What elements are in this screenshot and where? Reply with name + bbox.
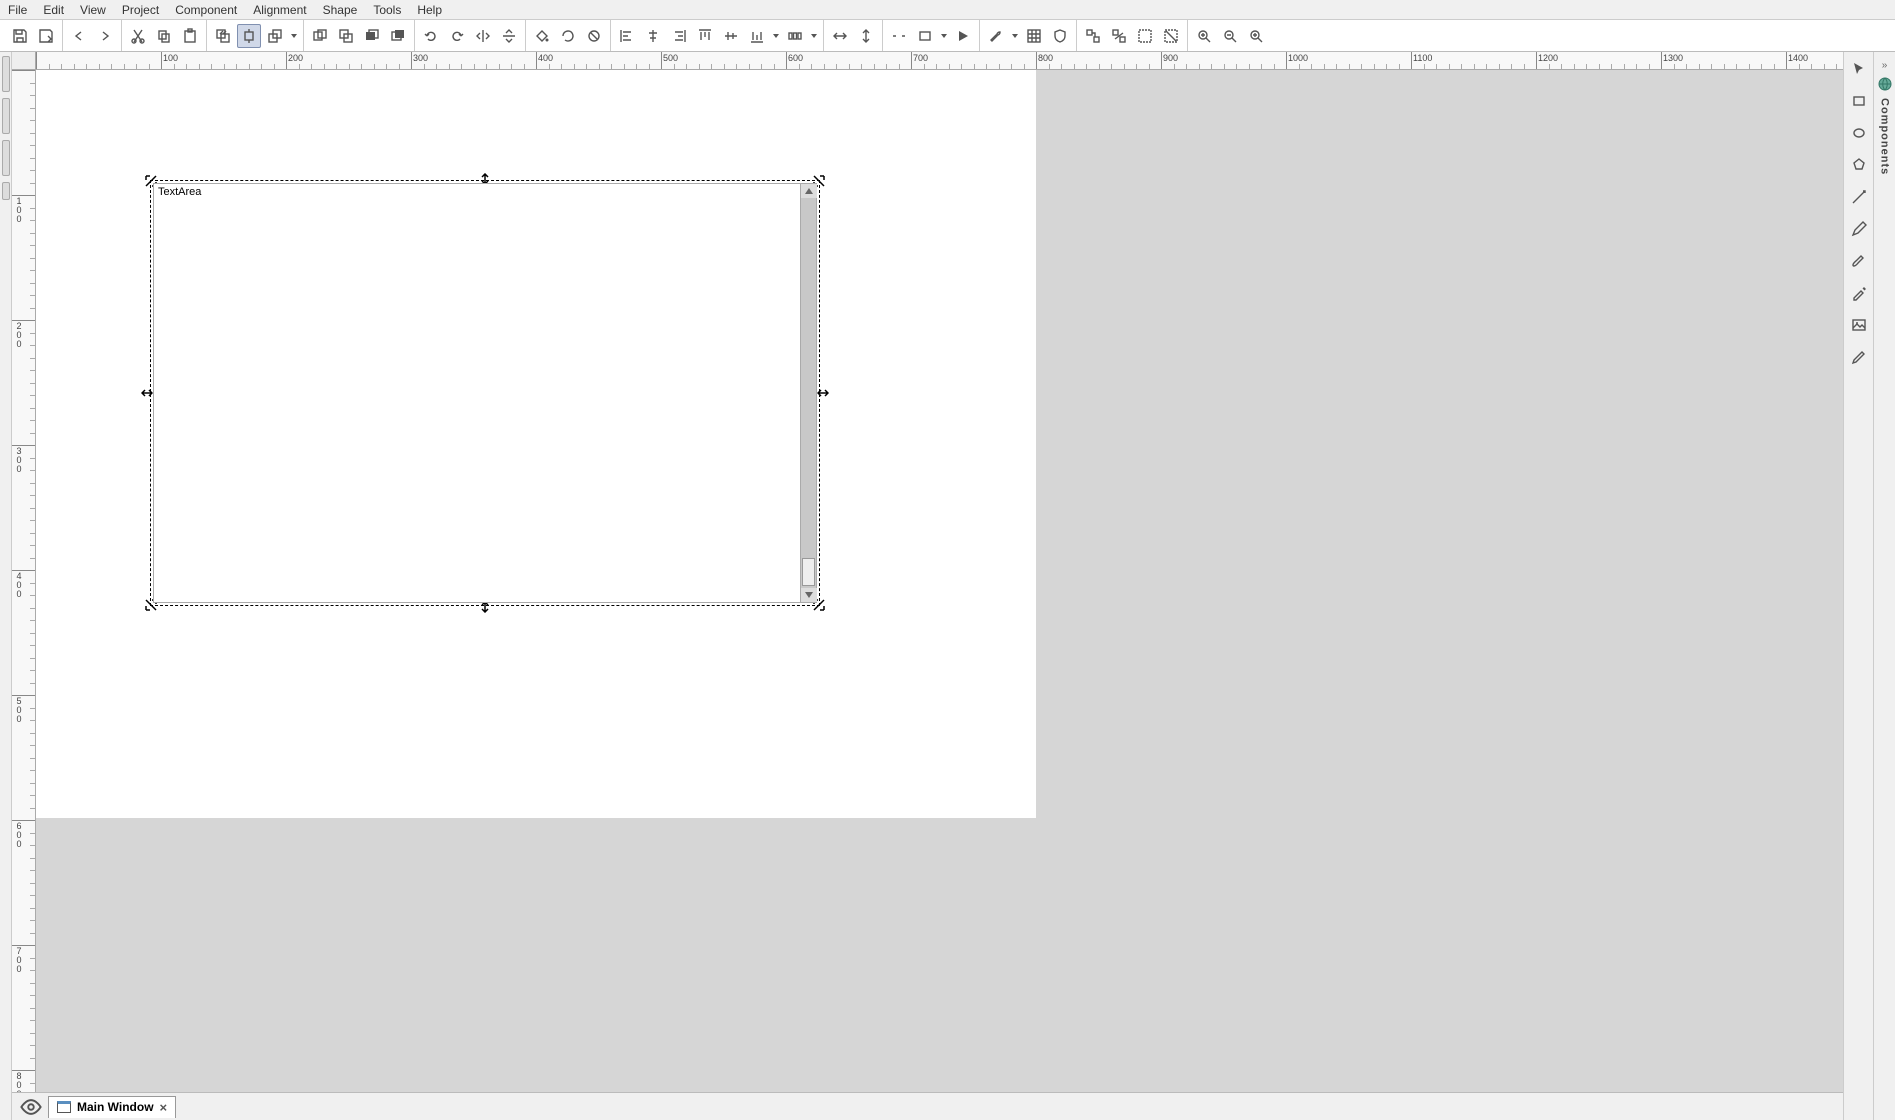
image-tool-icon[interactable]	[1848, 314, 1870, 336]
play-icon[interactable]	[951, 24, 975, 48]
menu-item-view[interactable]: View	[80, 3, 106, 17]
redo-icon[interactable]	[93, 24, 117, 48]
paste-icon[interactable]	[178, 24, 202, 48]
ruler-horizontal: 1002003004005006007008009001000110012001…	[36, 52, 1843, 70]
reset-rotation-icon[interactable]	[556, 24, 580, 48]
menu-item-help[interactable]: Help	[417, 3, 442, 17]
line-tool-icon[interactable]	[1848, 186, 1870, 208]
menu-bar: File Edit View Project Component Alignment Sha…	[0, 0, 1895, 20]
components-panel-collapsed[interactable]: » Components	[1873, 52, 1895, 1120]
save-as-icon[interactable]	[34, 24, 58, 48]
menu-item-component[interactable]: Component	[175, 3, 237, 17]
preview-eye-icon[interactable]	[20, 1096, 42, 1118]
rotate-cw-icon[interactable]	[445, 24, 469, 48]
tab-label: Main Window	[77, 1100, 154, 1114]
ruler-vertical: 100200300400500600700800900100011001200	[12, 70, 36, 1092]
center-vert-icon[interactable]	[854, 24, 878, 48]
ungroup-icon[interactable]	[1107, 24, 1131, 48]
order-back-icon[interactable]	[211, 24, 235, 48]
shield-icon[interactable]	[1048, 24, 1072, 48]
align-right-icon[interactable]	[667, 24, 691, 48]
left-collapsed-panel[interactable]	[0, 52, 12, 1120]
menu-item-tools[interactable]: Tools	[373, 3, 401, 17]
scroll-down-icon[interactable]	[801, 588, 817, 602]
menu-item-file[interactable]: File	[8, 3, 27, 17]
order-dropdown[interactable]	[289, 24, 299, 48]
stack-dup1-icon[interactable]	[308, 24, 332, 48]
center-horiz-icon[interactable]	[828, 24, 852, 48]
copy-icon[interactable]	[152, 24, 176, 48]
shape-rect-icon[interactable]	[913, 24, 937, 48]
design-canvas[interactable]: TextArea	[36, 70, 1843, 1092]
save-icon[interactable]	[8, 24, 32, 48]
panel-collapse-icon[interactable]: »	[1878, 58, 1892, 72]
align-bottom-icon[interactable]	[745, 24, 769, 48]
distribute-dropdown[interactable]	[809, 24, 819, 48]
window-icon	[57, 1101, 71, 1113]
fill-paint-icon[interactable]	[530, 24, 554, 48]
layer-fill2-icon[interactable]	[386, 24, 410, 48]
zoom-out-icon[interactable]	[1218, 24, 1242, 48]
order-front-icon[interactable]	[263, 24, 287, 48]
eyedropper-tool-icon[interactable]	[1848, 282, 1870, 304]
grid-icon[interactable]	[1022, 24, 1046, 48]
textarea-label: TextArea	[158, 186, 201, 198]
brush-tool-icon[interactable]	[1848, 250, 1870, 272]
wrench-icon[interactable]	[984, 24, 1008, 48]
stack-dup2-icon[interactable]	[334, 24, 358, 48]
rect-tool-icon[interactable]	[1848, 90, 1870, 112]
distribute-h-icon[interactable]	[783, 24, 807, 48]
menu-item-project[interactable]: Project	[122, 3, 159, 17]
rotate-ccw-icon[interactable]	[419, 24, 443, 48]
group-icon[interactable]	[1081, 24, 1105, 48]
align-dropdown[interactable]	[771, 24, 781, 48]
shape-dropdown[interactable]	[939, 24, 949, 48]
clear-icon[interactable]	[582, 24, 606, 48]
menu-item-shape[interactable]: Shape	[323, 3, 358, 17]
zoom-in-icon[interactable]	[1244, 24, 1268, 48]
textarea-scrollbar[interactable]	[800, 184, 816, 602]
cut-icon[interactable]	[126, 24, 150, 48]
resize-handle-w[interactable]	[141, 387, 153, 399]
align-top-icon[interactable]	[693, 24, 717, 48]
pencil-tool-icon[interactable]	[1848, 218, 1870, 240]
zoom-fit-icon[interactable]	[1192, 24, 1216, 48]
ruler-corner	[12, 52, 36, 70]
flip-h-icon[interactable]	[471, 24, 495, 48]
layer-fill1-icon[interactable]	[360, 24, 384, 48]
polygon-tool-icon[interactable]	[1848, 154, 1870, 176]
tab-main-window[interactable]: Main Window ×	[48, 1096, 176, 1118]
flip-v-icon[interactable]	[497, 24, 521, 48]
undo-icon[interactable]	[67, 24, 91, 48]
pointer-tool-icon[interactable]	[1848, 58, 1870, 80]
tab-close-icon[interactable]: ×	[160, 1100, 168, 1115]
select-all-icon[interactable]	[1133, 24, 1157, 48]
menu-item-alignment[interactable]: Alignment	[253, 3, 306, 17]
right-tool-strip	[1843, 52, 1873, 1120]
resize-handle-e[interactable]	[817, 387, 829, 399]
scroll-thumb[interactable]	[802, 558, 815, 586]
deselect-icon[interactable]	[1159, 24, 1183, 48]
align-middle-v-icon[interactable]	[719, 24, 743, 48]
align-left-icon[interactable]	[615, 24, 639, 48]
menu-item-edit[interactable]: Edit	[43, 3, 64, 17]
order-middle-icon[interactable]	[237, 24, 261, 48]
textarea-component[interactable]: TextArea	[153, 183, 817, 603]
snap-icon[interactable]	[887, 24, 911, 48]
window-tabs: Main Window ×	[12, 1092, 1843, 1120]
wrench-dropdown[interactable]	[1010, 24, 1020, 48]
scroll-up-icon[interactable]	[801, 184, 817, 198]
main-toolbar	[0, 20, 1895, 52]
components-panel-label: Components	[1879, 98, 1891, 175]
align-center-h-icon[interactable]	[641, 24, 665, 48]
edit-tool-icon[interactable]	[1848, 346, 1870, 368]
ellipse-tool-icon[interactable]	[1848, 122, 1870, 144]
globe-icon	[1877, 76, 1893, 92]
